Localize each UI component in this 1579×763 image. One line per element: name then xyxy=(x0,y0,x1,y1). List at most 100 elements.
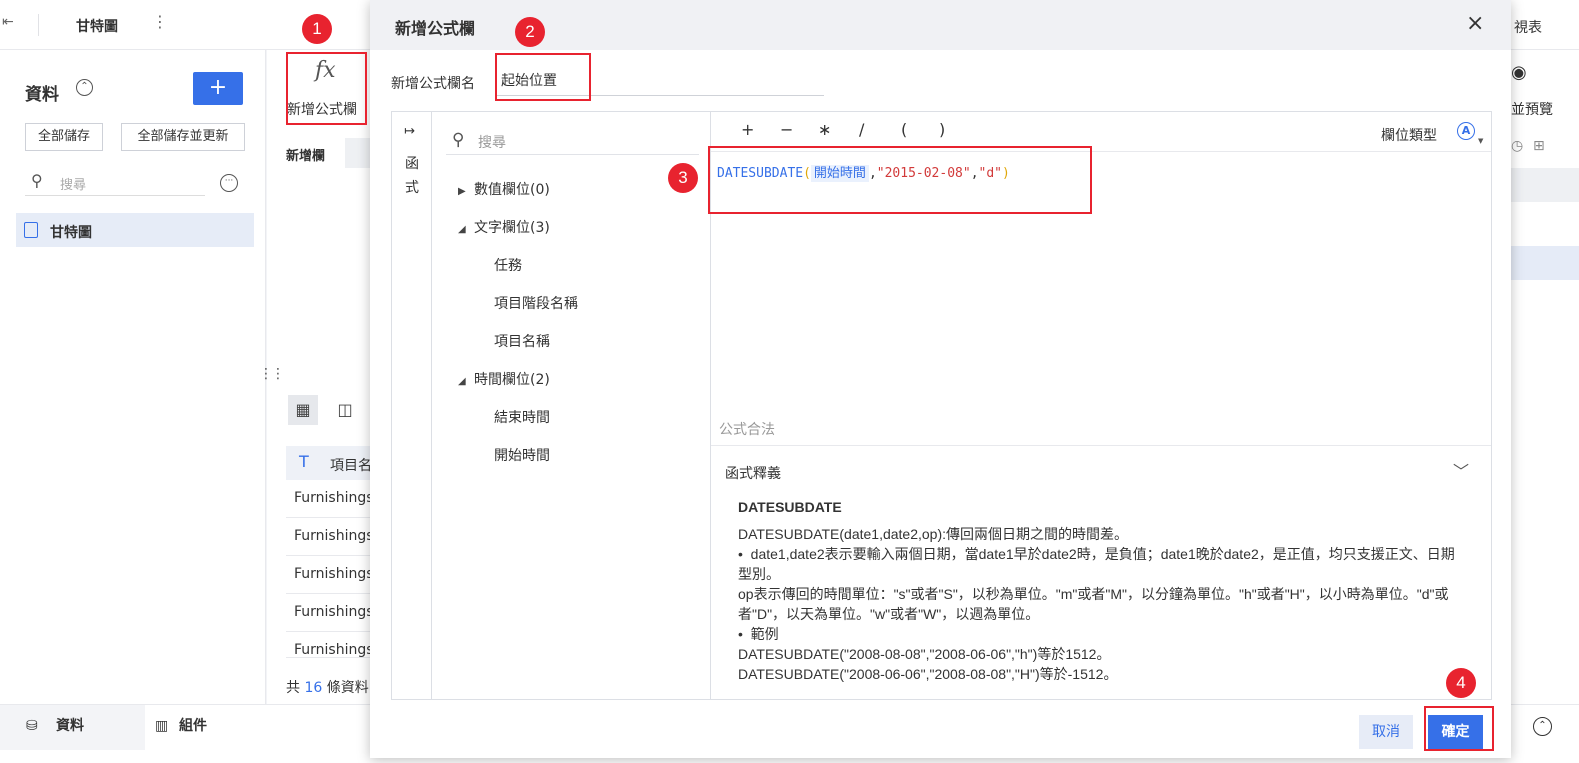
tab-strip xyxy=(345,138,370,168)
tree-item-label: 甘特圖 xyxy=(50,225,92,241)
view-tab-label[interactable]: 視表 xyxy=(1514,17,1542,37)
tab-data[interactable]: ⛁ 資料 xyxy=(0,705,145,750)
annotation-box-3 xyxy=(708,146,1092,214)
column-header[interactable]: T 項目名 xyxy=(286,446,372,480)
more-options-icon[interactable]: ··· xyxy=(220,174,238,192)
cell: Furnishings xyxy=(294,566,370,582)
drag-handle-icon[interactable]: ⋮⋮ xyxy=(259,366,285,382)
chevron-down-icon[interactable]: ﹀ xyxy=(1453,458,1469,482)
formula-valid-status: 公式合法 xyxy=(719,422,775,438)
tree-label: 文字欄位(3) xyxy=(474,220,550,236)
count-number: 16 xyxy=(304,680,323,696)
table-row: Furnishings xyxy=(286,594,370,632)
function-sidebar-toggle[interactable]: ↦ 函 式 xyxy=(392,112,432,699)
caret-down-icon: ◢ xyxy=(458,376,466,387)
annotation-badge-4: 4 xyxy=(1446,668,1476,698)
tree-field-project-name[interactable]: 項目名稱 xyxy=(494,331,550,351)
clock-icon[interactable]: ◷ xyxy=(1511,138,1523,154)
definition-line: op表示傳回的時間單位："s"或者"S"，以秒為單位。"m"或者"M"，以分鐘為… xyxy=(738,586,1449,622)
cell: Furnishings xyxy=(294,604,370,620)
field-search-input[interactable]: 搜尋 xyxy=(478,132,506,152)
text-type-icon[interactable]: A xyxy=(1457,122,1475,140)
tree-group-text[interactable]: ◢ 文字欄位(3) xyxy=(458,217,550,237)
table-row: Furnishings xyxy=(286,632,370,658)
divider xyxy=(446,154,699,155)
tree-field-stage-name[interactable]: 項目階段名稱 xyxy=(494,293,578,313)
tree-label: 開始時間 xyxy=(494,448,550,464)
add-formula-column-dialog: 新增公式欄 × 新增公式欄名 ↦ 函 式 ⚲ 搜尋 ▶ 數值欄位(0) ◢ 文字欄位… xyxy=(370,0,1511,758)
exit-icon[interactable]: ⇤ xyxy=(2,14,18,32)
data-panel: 資料 ⌃ + 全部儲存 全部儲存並更新 ⚲ 搜尋 ··· 甘特圖 xyxy=(0,50,266,704)
tab-new-column[interactable]: 新增欄 xyxy=(286,145,325,164)
table-row: Furnishings xyxy=(286,556,370,594)
tree-field-end-time[interactable]: 結束時間 xyxy=(494,407,550,427)
tree-field-start-time[interactable]: 開始時間 xyxy=(494,445,550,465)
panel-title: 資料 xyxy=(25,85,59,105)
close-icon[interactable]: × xyxy=(1466,11,1484,37)
chevron-up-circle-icon[interactable]: ⌃ xyxy=(1533,717,1552,736)
expand-arrow-icon: ↦ xyxy=(404,124,415,139)
tab-component[interactable]: ▥ 組件 xyxy=(145,705,265,750)
annotation-box-4 xyxy=(1424,706,1494,751)
dialog-title: 新增公式欄 xyxy=(395,19,476,38)
chart-file-icon xyxy=(24,222,38,238)
plus-operator-button[interactable]: + xyxy=(741,120,754,139)
tree-field-task[interactable]: 任務 xyxy=(494,255,522,275)
strip-selected xyxy=(1511,246,1579,280)
search-icon: ⚲ xyxy=(31,171,43,190)
cell: Furnishings xyxy=(294,642,370,658)
save-preview-label[interactable]: 並預覽 xyxy=(1511,99,1553,119)
cell: Furnishings xyxy=(294,490,370,506)
field-type-label: 欄位類型 xyxy=(1381,128,1437,144)
definition-title: 函式釋義 xyxy=(725,466,781,482)
minus-operator-button[interactable]: − xyxy=(780,120,793,139)
definition-line: DATESUBDATE("2008-08-08","2008-06-06","h… xyxy=(738,646,1111,662)
tree-group-numeric[interactable]: ▶ 數值欄位(0) xyxy=(458,179,550,199)
function-label: 函 式 xyxy=(403,152,421,200)
grid-view-icon[interactable]: ▦ xyxy=(288,395,318,425)
definition-line: DATESUBDATE(date1,date2,op):傳回兩個日期之間的時間差… xyxy=(738,526,1129,542)
tab-component-label: 組件 xyxy=(179,718,207,734)
save-update-all-button[interactable]: 全部儲存並更新 xyxy=(121,123,245,151)
chart-icon: ▥ xyxy=(155,718,169,734)
table-panel: fx 新增公式欄 新增欄 ⋮⋮ ▦ ◫ T 項目名 Furnishings Fu… xyxy=(259,50,372,704)
definition-function-name: DATESUBDATE xyxy=(738,499,842,515)
column-name-label: 新增公式欄名 xyxy=(391,76,475,92)
tree-group-time[interactable]: ◢ 時間欄位(2) xyxy=(458,369,550,389)
annotation-badge-2: 2 xyxy=(515,17,545,47)
cancel-button[interactable]: 取消 xyxy=(1359,715,1413,749)
column-header-label: 項目名 xyxy=(330,458,372,474)
multiply-operator-button[interactable]: ∗ xyxy=(818,120,831,139)
caret-down-icon[interactable]: ▼ xyxy=(1478,137,1483,145)
caret-down-icon: ◢ xyxy=(458,224,466,235)
tree-item-gantt[interactable]: 甘特圖 xyxy=(16,213,254,247)
annotation-badge-1: 1 xyxy=(302,14,332,44)
eye-icon[interactable]: ◉ xyxy=(1511,62,1527,83)
data-search-input[interactable]: ⚲ 搜尋 xyxy=(25,168,205,196)
preview-panel: ◉ 並預覽 ◷ ⊞ xyxy=(1511,50,1579,704)
layout-view-icon[interactable]: ◫ xyxy=(330,395,360,425)
divide-operator-button[interactable]: / xyxy=(859,120,864,139)
open-paren-button[interactable]: ( xyxy=(901,120,907,139)
more-vertical-icon[interactable]: ⋮ xyxy=(152,12,168,31)
save-all-button[interactable]: 全部儲存 xyxy=(25,123,103,151)
field-list-panel: ⚲ 搜尋 ▶ 數值欄位(0) ◢ 文字欄位(3) 任務 項目階段名稱 項目名稱 ◢ 時… xyxy=(432,112,711,699)
caret-right-icon: ▶ xyxy=(458,186,466,197)
row-count: 共 16 條資料 xyxy=(286,677,369,697)
table-row: Furnishings xyxy=(286,518,370,556)
count-prefix: 共 xyxy=(286,680,305,696)
annotation-box-1 xyxy=(286,52,367,125)
strip xyxy=(1511,168,1579,202)
function-definition-panel: 函式釋義 ﹀ DATESUBDATE DATESUBDATE(date1,dat… xyxy=(711,445,1491,699)
tree-label: 結束時間 xyxy=(494,410,550,426)
tree-label: 時間欄位(2) xyxy=(474,372,550,388)
tree-label: 項目階段名稱 xyxy=(494,296,578,312)
function-label-char: 函 xyxy=(405,156,419,172)
close-paren-button[interactable]: ) xyxy=(939,120,945,139)
layout-icon[interactable]: ⊞ xyxy=(1533,138,1545,154)
function-label-char: 式 xyxy=(405,180,419,196)
add-data-button[interactable]: + xyxy=(193,72,243,105)
divider xyxy=(38,14,39,36)
chevron-up-circle-icon[interactable]: ⌃ xyxy=(76,79,93,96)
count-suffix: 條資料 xyxy=(322,680,369,696)
